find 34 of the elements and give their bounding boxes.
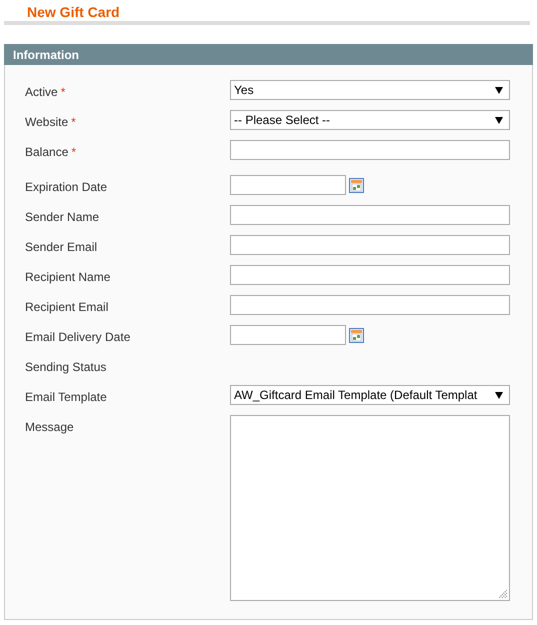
field-label: Recipient Name xyxy=(25,270,110,284)
message-field[interactable] xyxy=(230,415,510,601)
select-field[interactable]: AW_Giftcard Email Template (Default Templat xyxy=(230,385,510,405)
required-mark: * xyxy=(71,115,76,129)
field-label: Expiration Date xyxy=(25,180,108,194)
section-header: Information xyxy=(4,44,533,65)
text-field[interactable] xyxy=(230,205,510,225)
select-field[interactable]: -- Please Select -- xyxy=(230,110,510,130)
text-field[interactable] xyxy=(230,265,510,285)
dropdown-arrow-icon[interactable] xyxy=(495,116,503,124)
required-mark: * xyxy=(71,145,76,159)
date-field[interactable] xyxy=(230,175,346,195)
required-mark: * xyxy=(60,85,66,99)
dropdown-arrow-icon[interactable] xyxy=(495,392,503,398)
resize-handle-icon[interactable] xyxy=(499,590,507,598)
calendar-icon[interactable] xyxy=(349,328,364,342)
date-field[interactable] xyxy=(230,325,346,345)
text-field[interactable] xyxy=(230,295,510,315)
text-field[interactable] xyxy=(230,235,510,255)
text-field[interactable] xyxy=(230,140,510,160)
field-label: Active xyxy=(25,85,58,99)
field-label: Sending Status xyxy=(25,360,106,374)
field-label: Website xyxy=(25,115,68,129)
field-label: Recipient Email xyxy=(25,300,108,314)
field-label: Sender Name xyxy=(25,210,100,224)
calendar-icon[interactable] xyxy=(349,178,364,192)
dropdown-arrow-icon[interactable] xyxy=(495,86,503,94)
field-label: Sender Email xyxy=(25,240,98,254)
page-title: New Gift Card xyxy=(27,4,120,20)
field-label: Email Delivery Date xyxy=(25,330,130,344)
select-field[interactable]: Yes xyxy=(230,80,510,100)
field-label: Balance xyxy=(25,145,68,159)
field-label: Email Template xyxy=(25,390,107,404)
field-label: Message xyxy=(25,420,74,434)
